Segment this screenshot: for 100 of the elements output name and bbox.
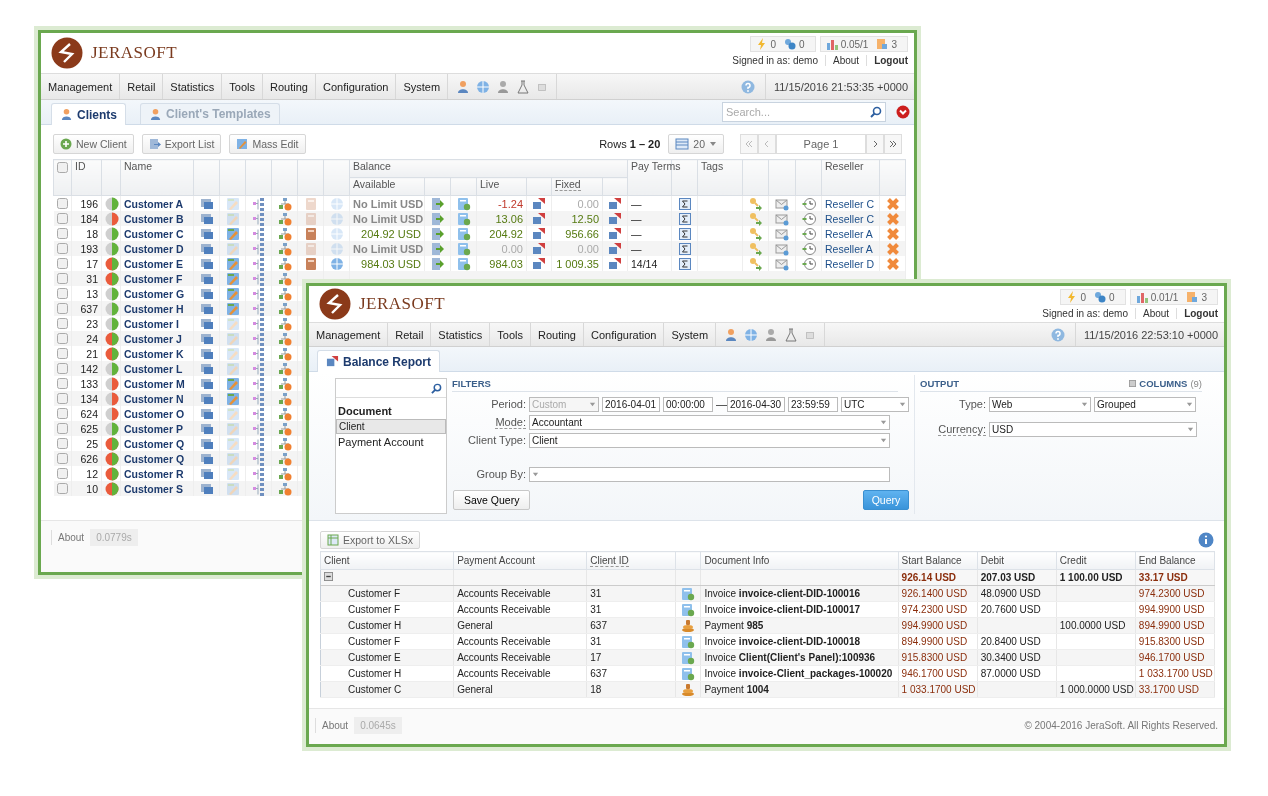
row-checkbox[interactable] xyxy=(56,438,68,449)
row-checkbox[interactable] xyxy=(56,318,68,329)
save-query-button[interactable]: Save Query xyxy=(453,490,531,510)
tree-icon[interactable] xyxy=(251,301,266,316)
invoice-icon[interactable] xyxy=(681,602,696,617)
column-header[interactable]: Name xyxy=(124,160,152,172)
hierarchy-icon[interactable] xyxy=(277,301,292,316)
client-link[interactable]: Customer R xyxy=(124,467,184,480)
delete-icon[interactable] xyxy=(885,211,900,226)
document-arrow-icon[interactable] xyxy=(430,196,445,211)
grouping-select[interactable]: Grouped xyxy=(1094,396,1196,412)
last-page-button[interactable] xyxy=(884,134,902,154)
hierarchy-icon[interactable] xyxy=(277,241,292,256)
hierarchy-icon[interactable] xyxy=(277,391,292,406)
tree-icon[interactable] xyxy=(251,226,266,241)
sum-icon[interactable] xyxy=(677,256,692,271)
sum-icon[interactable] xyxy=(677,211,692,226)
row-checkbox[interactable] xyxy=(56,213,68,224)
mode-select[interactable]: Accountant xyxy=(529,414,890,430)
document-refresh-icon[interactable] xyxy=(456,226,471,241)
coins-icon[interactable] xyxy=(681,618,696,633)
pencil-icon[interactable] xyxy=(225,301,240,316)
tree-icon[interactable] xyxy=(251,391,266,406)
key-icon[interactable] xyxy=(748,241,763,256)
globe-icon[interactable] xyxy=(329,256,344,271)
person-icon[interactable] xyxy=(456,79,471,94)
flask-icon[interactable] xyxy=(784,327,799,342)
menu-item[interactable]: Retail xyxy=(120,74,164,99)
mass-edit-button[interactable]: Mass Edit xyxy=(229,134,306,154)
clock-icon[interactable] xyxy=(801,211,816,226)
document-arrow-icon[interactable] xyxy=(430,211,445,226)
row-checkbox[interactable] xyxy=(56,468,68,479)
row-checkbox[interactable] xyxy=(56,228,68,239)
hierarchy-icon[interactable] xyxy=(277,331,292,346)
clock-icon[interactable] xyxy=(801,226,816,241)
tree-icon[interactable] xyxy=(251,406,266,421)
row-checkbox[interactable] xyxy=(56,303,68,314)
invoice-icon[interactable] xyxy=(681,666,696,681)
tab[interactable]: Clients xyxy=(51,103,126,125)
card-icon[interactable] xyxy=(199,346,214,361)
sum-icon[interactable] xyxy=(677,196,692,211)
output-type-select[interactable]: Web xyxy=(989,396,1091,412)
chevron-down-icon[interactable] xyxy=(896,105,910,119)
select-all-checkbox[interactable] xyxy=(57,161,68,173)
tree-icon[interactable] xyxy=(251,346,266,361)
row-checkbox[interactable] xyxy=(56,273,68,284)
row-checkbox[interactable] xyxy=(56,198,68,209)
row-checkbox[interactable] xyxy=(56,333,68,344)
clock-icon[interactable] xyxy=(801,196,816,211)
document-refresh-icon[interactable] xyxy=(456,196,471,211)
sum-icon[interactable] xyxy=(677,226,692,241)
info-icon[interactable] xyxy=(1198,532,1214,548)
page-field[interactable]: Page 1 xyxy=(776,134,866,154)
tree-icon[interactable] xyxy=(251,196,266,211)
help-icon[interactable] xyxy=(1050,327,1065,342)
tree-icon[interactable] xyxy=(251,331,266,346)
row-checkbox[interactable] xyxy=(56,393,68,404)
menu-item[interactable]: Configuration xyxy=(583,323,665,346)
key-icon[interactable] xyxy=(748,196,763,211)
envelope-icon[interactable] xyxy=(775,196,789,211)
key-icon[interactable] xyxy=(748,211,763,226)
pencil-icon[interactable] xyxy=(225,226,240,241)
document-icon[interactable] xyxy=(1186,291,1199,303)
document-refresh-icon[interactable] xyxy=(456,256,471,271)
card-icon[interactable] xyxy=(199,211,214,226)
timezone-select[interactable]: UTC xyxy=(841,396,909,412)
row-checkbox[interactable] xyxy=(56,348,68,359)
hierarchy-icon[interactable] xyxy=(277,421,292,436)
tree-icon[interactable] xyxy=(251,241,266,256)
card-icon[interactable] xyxy=(199,361,214,376)
invoice-icon[interactable] xyxy=(681,650,696,665)
tree-icon[interactable] xyxy=(251,466,266,481)
pencil-icon[interactable] xyxy=(225,271,240,286)
transfer-icon[interactable] xyxy=(532,211,546,226)
coins-icon[interactable] xyxy=(681,682,696,697)
date-field[interactable]: 2016-04-01 xyxy=(602,396,660,412)
new-client-button[interactable]: New Client xyxy=(53,134,134,154)
client-link[interactable]: Customer K xyxy=(124,347,184,360)
document-icon[interactable] xyxy=(876,38,889,50)
menu-item[interactable]: System xyxy=(664,323,717,346)
hierarchy-icon[interactable] xyxy=(277,481,292,496)
tree-icon[interactable] xyxy=(251,436,266,451)
tree-icon[interactable] xyxy=(251,361,266,376)
menu-item[interactable]: Configuration xyxy=(315,74,397,99)
client-link[interactable]: Customer C xyxy=(124,227,184,240)
card-icon[interactable] xyxy=(199,271,214,286)
client-link[interactable]: Customer Q xyxy=(124,437,185,450)
invoice-icon[interactable] xyxy=(681,634,696,649)
globe-icon[interactable] xyxy=(476,79,491,94)
client-link[interactable]: Customer I xyxy=(124,317,179,330)
card-icon[interactable] xyxy=(199,436,214,451)
pencil-icon[interactable] xyxy=(225,391,240,406)
envelope-icon[interactable] xyxy=(775,241,789,256)
menu-item[interactable]: Routing xyxy=(531,323,584,346)
card-icon[interactable] xyxy=(199,391,214,406)
document-refresh-icon[interactable] xyxy=(456,241,471,256)
help-icon[interactable] xyxy=(740,79,755,94)
card-icon[interactable] xyxy=(199,376,214,391)
menu-item[interactable]: Routing xyxy=(263,74,316,99)
client-link[interactable]: Customer A xyxy=(124,197,184,210)
